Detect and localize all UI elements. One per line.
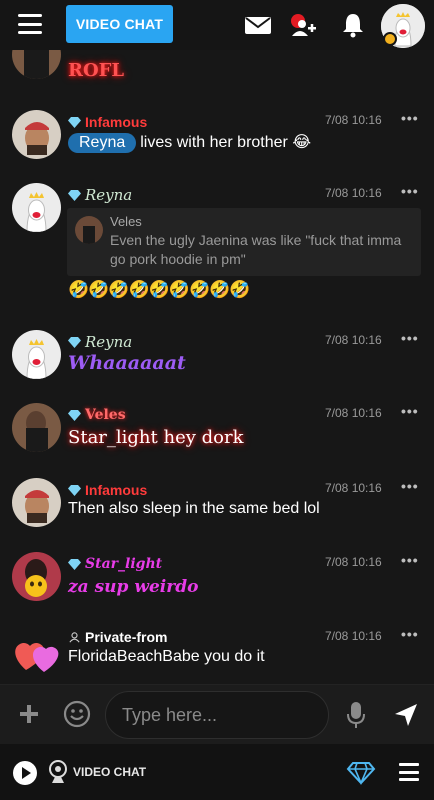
avatar[interactable] — [12, 330, 61, 379]
message-time: 7/08 10:16 — [325, 333, 382, 347]
user-add-icon[interactable] — [288, 10, 318, 40]
avatar[interactable] — [12, 403, 61, 452]
message-header: Veles — [68, 406, 126, 424]
microphone-icon[interactable] — [345, 700, 367, 730]
more-options-icon[interactable]: ••• — [401, 110, 419, 126]
diamond-icon — [68, 409, 81, 421]
avatar[interactable] — [12, 183, 61, 232]
message-text-container: Reyna lives with her brother 😂 — [68, 132, 311, 153]
message-list: ROFL Infamous 7/08 10:16 ••• Reyna lives … — [0, 50, 434, 684]
more-options-icon[interactable]: ••• — [401, 330, 419, 346]
avatar[interactable] — [12, 110, 61, 159]
avatar[interactable] — [12, 552, 61, 601]
message-text: za sup weirdo — [68, 577, 199, 597]
emoji-icon[interactable] — [63, 700, 91, 728]
hearts-icon — [12, 626, 61, 675]
message-time: 7/08 10:16 — [325, 113, 382, 127]
message-time: 7/08 10:16 — [325, 406, 382, 420]
more-options-icon[interactable]: ••• — [401, 552, 419, 568]
message-item: Private-from 7/08 10:16 ••• FloridaBeach… — [0, 626, 434, 676]
message-header: Reyna — [68, 333, 132, 351]
video-chat-button[interactable]: VIDEO CHAT — [66, 5, 173, 43]
status-badge — [383, 32, 397, 46]
message-item: Reyna 7/08 10:16 ••• Whaaaaaat — [0, 330, 434, 390]
avatar[interactable] — [12, 50, 61, 79]
menu-icon[interactable] — [18, 14, 42, 34]
message-time: 7/08 10:16 — [325, 629, 382, 643]
bottom-bar: VIDEO CHAT — [0, 744, 434, 800]
mail-icon[interactable] — [243, 10, 273, 40]
message-item: ROFL — [0, 50, 434, 86]
message-header: Star_light — [68, 555, 162, 573]
message-text: Then also sleep in the same bed lol — [68, 500, 320, 517]
plus-icon[interactable] — [17, 702, 41, 726]
mention-tag[interactable]: Reyna — [68, 133, 137, 153]
quote-username: Veles — [110, 214, 142, 229]
message-header: Reyna — [68, 186, 132, 204]
diamond-icon — [68, 558, 81, 570]
user-icon — [69, 631, 80, 643]
diamond-icon[interactable] — [346, 761, 376, 786]
username[interactable]: Reyna — [85, 186, 132, 204]
diamond-icon — [68, 116, 81, 128]
message-item: Star_light 7/08 10:16 ••• za sup weirdo — [0, 552, 434, 612]
diamond-icon — [68, 484, 81, 496]
avatar — [75, 216, 103, 244]
message-time: 7/08 10:16 — [325, 481, 382, 495]
message-text: Star_light hey dork — [68, 427, 244, 448]
username[interactable]: Star_light — [85, 556, 162, 572]
username[interactable]: Reyna — [85, 333, 132, 351]
more-options-icon[interactable]: ••• — [401, 183, 419, 199]
message-input[interactable] — [105, 691, 329, 739]
menu-icon[interactable] — [399, 763, 419, 781]
bell-icon[interactable] — [338, 10, 368, 40]
avatar[interactable] — [12, 478, 61, 527]
message-text: Whaaaaaat — [68, 352, 186, 374]
emoji-text: 🤣🤣🤣🤣🤣🤣🤣🤣🤣 — [68, 280, 251, 299]
username[interactable]: Infamous — [85, 114, 147, 130]
quote-text: Even the ugly Jaenina was like "fuck tha… — [110, 232, 402, 267]
message-time: 7/08 10:16 — [325, 555, 382, 569]
more-options-icon[interactable]: ••• — [401, 478, 419, 494]
video-chat-link[interactable]: VIDEO CHAT — [73, 765, 146, 779]
message-input-bar — [0, 684, 434, 744]
more-options-icon[interactable]: ••• — [401, 626, 419, 642]
username[interactable]: Private-from — [85, 629, 167, 645]
diamond-icon — [68, 336, 81, 348]
quoted-message[interactable]: Veles Even the ugly Jaenina was like "fu… — [67, 208, 421, 276]
message-text: ROFL — [68, 60, 125, 81]
message-time: 7/08 10:16 — [325, 186, 382, 200]
send-icon[interactable] — [393, 702, 419, 728]
more-options-icon[interactable]: ••• — [401, 403, 419, 419]
username[interactable]: Veles — [85, 407, 126, 423]
message-text: lives with her brother 😂 — [140, 134, 312, 151]
message-item: Veles 7/08 10:16 ••• Star_light hey dork — [0, 403, 434, 463]
message-header: Infamous — [68, 481, 147, 499]
username[interactable]: Infamous — [85, 482, 147, 498]
webcam-icon[interactable] — [48, 759, 68, 785]
diamond-icon — [68, 189, 81, 201]
message-text: FloridaBeachBabe you do it — [68, 648, 265, 665]
message-item: Infamous 7/08 10:16 ••• Then also sleep … — [0, 478, 434, 538]
top-bar: VIDEO CHAT — [0, 0, 434, 50]
message-item: Infamous 7/08 10:16 ••• Reyna lives with … — [0, 110, 434, 170]
play-icon[interactable] — [12, 760, 38, 786]
message-header: Infamous — [68, 113, 147, 131]
message-header: Private-from — [68, 628, 167, 646]
